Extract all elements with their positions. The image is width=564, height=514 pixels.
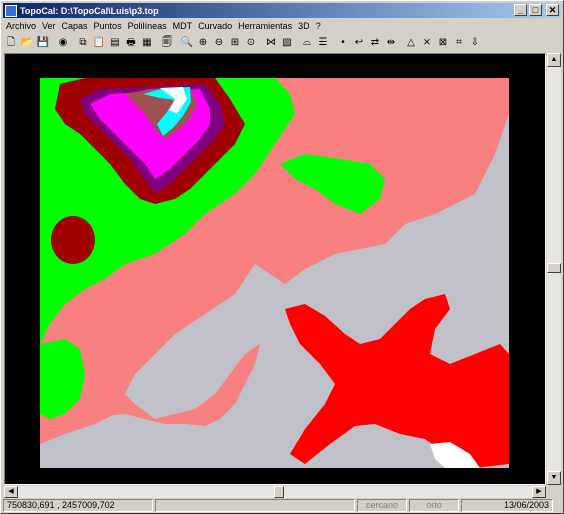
- stretch-icon[interactable]: ⇹: [384, 36, 398, 50]
- open-folder-icon[interactable]: 📂: [20, 36, 34, 50]
- triangle-icon[interactable]: △: [404, 36, 418, 50]
- menu-bar: Archivo Ver Capas Puntos Polilíneas MDT …: [3, 19, 324, 33]
- paste-icon[interactable]: 📋: [92, 36, 106, 50]
- zoom-window-icon[interactable]: 🔍: [180, 36, 194, 50]
- application-window: TopoCal: D:\TopoCal\Luis\p3.top _ □ ✕ Ar…: [0, 0, 564, 514]
- surface-icon[interactable]: ▧: [280, 36, 294, 50]
- menu-mdt[interactable]: MDT: [170, 19, 196, 33]
- terrain-map: [5, 54, 545, 484]
- menu-herramientas[interactable]: Herramientas: [235, 19, 295, 33]
- map-canvas[interactable]: [4, 53, 546, 485]
- zoom-previous-icon[interactable]: ⊙: [244, 36, 258, 50]
- scroll-left-arrow-icon[interactable]: ◀: [4, 486, 18, 498]
- scroll-up-arrow-icon[interactable]: ▲: [547, 53, 561, 67]
- menu-capas[interactable]: Capas: [59, 19, 91, 33]
- select-icon[interactable]: ▦: [140, 36, 154, 50]
- vertical-scrollbar[interactable]: ▲ ▼: [547, 53, 561, 485]
- menu-polilineas[interactable]: Polilíneas: [125, 19, 170, 33]
- minimize-button[interactable]: _: [514, 4, 527, 16]
- point-icon[interactable]: •: [336, 36, 350, 50]
- triangulate-icon[interactable]: ⋈: [264, 36, 278, 50]
- print-preview-icon[interactable]: 🗐: [160, 36, 174, 50]
- menu-curvado[interactable]: Curvado: [195, 19, 235, 33]
- sections-icon[interactable]: ☰: [316, 36, 330, 50]
- zoom-in-icon[interactable]: ⊕: [196, 36, 210, 50]
- save-disk-icon[interactable]: 💾: [36, 36, 50, 50]
- delete-triangle-icon[interactable]: ⨯: [420, 36, 434, 50]
- menu-archivo[interactable]: Archivo: [3, 19, 39, 33]
- profile-icon[interactable]: ⌓: [300, 36, 314, 50]
- polyline-icon[interactable]: ↩: [352, 36, 366, 50]
- status-snap: cercano: [357, 499, 407, 512]
- menu-puntos[interactable]: Puntos: [91, 19, 125, 33]
- zoom-out-icon[interactable]: ⊖: [212, 36, 226, 50]
- status-bar: 750830,691 , 2457009,702 cercano orto 13…: [3, 499, 561, 512]
- zoom-all-icon[interactable]: ⊞: [228, 36, 242, 50]
- move-icon[interactable]: ⇄: [368, 36, 382, 50]
- status-date: 13/06/2003: [461, 499, 553, 512]
- print-icon[interactable]: 🖶: [124, 36, 138, 50]
- scroll-right-arrow-icon[interactable]: ▶: [532, 486, 546, 498]
- new-file-icon[interactable]: 🗋: [4, 36, 18, 50]
- close-button[interactable]: ✕: [546, 4, 559, 16]
- maximize-button[interactable]: □: [529, 4, 542, 16]
- grid-icon[interactable]: ⌗: [452, 36, 466, 50]
- download-icon[interactable]: ⇩: [468, 36, 482, 50]
- menu-ver[interactable]: Ver: [39, 19, 59, 33]
- vertical-scroll-thumb[interactable]: [547, 263, 561, 273]
- horizontal-scrollbar[interactable]: ◀ ▶: [4, 486, 546, 498]
- title-bar[interactable]: TopoCal: D:\TopoCal\Luis\p3.top _ □ ✕: [3, 3, 561, 18]
- status-empty: [155, 499, 355, 512]
- menu-help[interactable]: ?: [313, 19, 324, 33]
- horizontal-scroll-thumb[interactable]: [274, 486, 284, 498]
- mesh-icon[interactable]: ⊠: [436, 36, 450, 50]
- region-darkred-dot: [51, 216, 95, 264]
- menu-3d[interactable]: 3D: [295, 19, 313, 33]
- status-ortho: orto: [409, 499, 459, 512]
- window-title: TopoCal: D:\TopoCal\Luis\p3.top: [20, 5, 159, 16]
- toolbar: 🗋 📂 💾 ◉ ⧉ 📋 ▤ 🖶 ▦ 🗐 🔍 ⊕ ⊖ ⊞ ⊙ ⋈ ▧ ⌓ ☰ • ↩ ⇄ ⇹ △ ⨯ ⊠ ⌗ ⇩: [3, 34, 561, 52]
- scroll-down-arrow-icon[interactable]: ▼: [547, 471, 561, 485]
- layers-icon[interactable]: ▤: [108, 36, 122, 50]
- copy-icon[interactable]: ⧉: [76, 36, 90, 50]
- colors-icon[interactable]: ◉: [56, 36, 70, 50]
- status-coordinates: 750830,691 , 2457009,702: [3, 499, 153, 512]
- app-icon: [5, 4, 17, 17]
